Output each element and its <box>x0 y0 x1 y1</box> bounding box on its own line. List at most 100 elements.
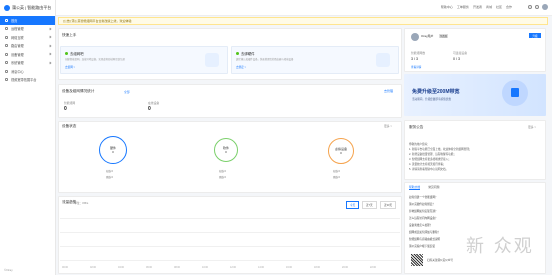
overview-title: 设备及组网情况统计 <box>62 89 95 93</box>
sidebar-item-label: 设备管理 <box>11 52 24 57</box>
grid-line <box>60 246 400 247</box>
avatar[interactable] <box>542 4 548 10</box>
top-link[interactable]: 开发者 <box>473 5 482 9</box>
ring-hardware: 硬件 0 <box>99 136 127 164</box>
sidebar-item-label: 路由管理 <box>11 44 24 49</box>
sidebar-item-label: 系统管理 <box>11 61 24 66</box>
x-tick-label: 00:00 <box>62 266 68 269</box>
sidebar-item-home[interactable]: 首页 <box>0 16 55 25</box>
home-icon <box>5 18 8 22</box>
sidebar-item-system[interactable]: 系统管理 <box>0 59 55 68</box>
grid-line <box>60 232 400 233</box>
range-30d-button[interactable]: 近30天 <box>380 201 397 209</box>
x-tick-label: 12:00 <box>230 266 236 269</box>
upgrade-button[interactable]: 升级 <box>529 33 541 38</box>
help-icon[interactable] <box>535 5 539 9</box>
status-more-link[interactable]: 更多 > <box>384 124 392 128</box>
network-icon <box>5 35 8 39</box>
sidebar-item-network[interactable]: 网络互联 <box>0 33 55 42</box>
cloud-upload-icon <box>502 80 528 106</box>
account-detail-link[interactable]: 查看详情 <box>411 65 421 69</box>
device-icon <box>5 52 8 56</box>
ring-value: 0 <box>112 150 114 154</box>
help-item[interactable]: 异地组网如何实现互通？ <box>409 209 438 213</box>
sidebar-item-router[interactable]: 路由管理 <box>0 42 55 51</box>
row-value: 0 <box>338 170 340 173</box>
sidebar-footer: ©Oray <box>4 268 13 272</box>
help-item[interactable]: 蒲公英硬件如何绑定？ <box>409 202 435 206</box>
router-icon <box>5 44 8 48</box>
help-item[interactable]: 组网成员如何添加与删除？ <box>409 230 440 234</box>
account-card: Oray用户 免费版 升级 智能组网数 3 / 3 可连接设备 0 / 3 查看… <box>404 28 546 72</box>
chevron-right-icon <box>48 35 52 39</box>
sidebar-item-label: 消息中心 <box>11 69 24 74</box>
bell-icon[interactable] <box>528 5 532 9</box>
top-link[interactable]: 合作 <box>506 5 512 9</box>
quick-card-hardware[interactable]: 去绑硬件 绑定蒲公英硬件设备，快速管理您的路由器与终端设备 去绑定 > <box>231 46 399 74</box>
network-illustration-icon <box>205 53 219 67</box>
status-title: 设备状态 <box>62 124 77 128</box>
quick-card-action[interactable]: 去绑定 > <box>236 65 246 69</box>
banner-title: 免费升级至200M带宽 <box>412 89 460 95</box>
stat-value: 0 <box>148 106 151 112</box>
sidebar-item-devices[interactable]: 设备管理 <box>0 50 55 59</box>
chevron-right-icon <box>48 61 52 64</box>
news-line: 尊敬的用户您好： <box>409 143 430 146</box>
top-link[interactable]: 商城 <box>486 5 492 9</box>
x-tick-label: 22:00 <box>370 266 376 269</box>
help-item[interactable]: 怎么远程访问内网设备？ <box>409 216 438 220</box>
sidebar-item-video[interactable]: 视频宽带拓展平台 <box>0 76 55 85</box>
overview-manage-link[interactable]: 去管理 <box>384 89 393 93</box>
sidebar: 蒲公英 | 智能路由平台 首页 远程管理 网络互联 路由管理 设备管理 系统管理… <box>0 0 56 275</box>
top-link[interactable]: 帮助中心 <box>441 5 453 9</box>
overview-card <box>58 84 402 118</box>
row-value: 0 <box>224 176 226 179</box>
stat-value: 0 <box>64 106 67 112</box>
ring-virtual: 虚拟设备 0 <box>328 138 354 164</box>
ring-row: 在线 0 <box>333 169 340 173</box>
x-tick-label: 08:00 <box>174 266 180 269</box>
help-item[interactable]: 如何创建一个智能组网？ <box>409 195 438 199</box>
row-value: 0 <box>224 170 226 173</box>
ring-row: 离线 0 <box>106 175 113 179</box>
news-line: 5. 详情请查看帮助中心说明文档。 <box>409 168 449 171</box>
help-item[interactable]: 蒲公英客户端下载安装 <box>409 244 435 248</box>
tab-docs[interactable]: 帮助文档 <box>409 185 421 190</box>
range-7d-button[interactable]: 近7天 <box>362 201 377 209</box>
overview-tag[interactable]: 全部 <box>124 90 130 94</box>
avatar[interactable] <box>411 33 419 41</box>
sidebar-item-messages[interactable]: 消息中心 <box>0 67 55 76</box>
plan-badge: 免费版 <box>439 34 449 38</box>
sidebar-item-label: 远程管理 <box>11 27 24 32</box>
range-today-button[interactable]: 今天 <box>346 201 360 209</box>
help-item[interactable]: 智能组网与旁路由模式说明 <box>409 237 440 241</box>
notice-bar: [公告] 蒲公英智能组网平台全新改版上线，欢迎体验 <box>58 17 548 25</box>
promo-banner[interactable]: 免费升级至200M带宽 活动期间，升级套餐即享超值优惠 <box>404 74 546 116</box>
quick-card-desc: 创建智能组网，连接异地设备，实现虚拟局域网互联互通 <box>65 58 125 61</box>
watermark: 新 众观 <box>466 236 534 257</box>
settings-icon <box>5 61 8 65</box>
top-user-area <box>528 4 548 10</box>
quick-card-action[interactable]: 去组网 > <box>65 65 75 69</box>
news-more-link[interactable]: 更多 > <box>528 125 536 129</box>
news-title: 服务公告 <box>409 125 424 129</box>
quick-card-network[interactable]: 去组网吧 创建智能组网，连接异地设备，实现虚拟局域网互联互通 去组网 > <box>60 46 228 74</box>
brand-logo[interactable]: 蒲公英 | 智能路由平台 <box>0 0 55 16</box>
news-line: 3. 智能组网支持更多终端类型接入； <box>409 158 451 161</box>
account-stat-label: 可连接设备 <box>453 51 467 55</box>
quick-start-title: 快速上手 <box>62 33 77 37</box>
account-name: Oray用户 <box>421 34 434 38</box>
help-tabs: 帮助文档 常见问题 <box>409 185 439 190</box>
ring-value: 0 <box>225 150 227 154</box>
sidebar-item-remote[interactable]: 远程管理 <box>0 25 55 34</box>
top-link[interactable]: 工单服务 <box>457 5 469 9</box>
quick-card-title-text: 去组网吧 <box>70 52 84 56</box>
stat-label: 智能组网 <box>64 101 76 105</box>
top-link[interactable]: 社区 <box>496 5 502 9</box>
help-item[interactable]: 设备离线怎么处理？ <box>409 223 432 227</box>
chevron-right-icon <box>48 27 52 30</box>
x-tick-label: 06:00 <box>146 266 152 269</box>
tab-faq[interactable]: 常见问题 <box>428 185 439 190</box>
top-nav: 帮助中心 工单服务 开发者 商城 社区 合作 <box>441 5 512 9</box>
topbar: 帮助中心 工单服务 开发者 商城 社区 合作 <box>56 0 552 16</box>
